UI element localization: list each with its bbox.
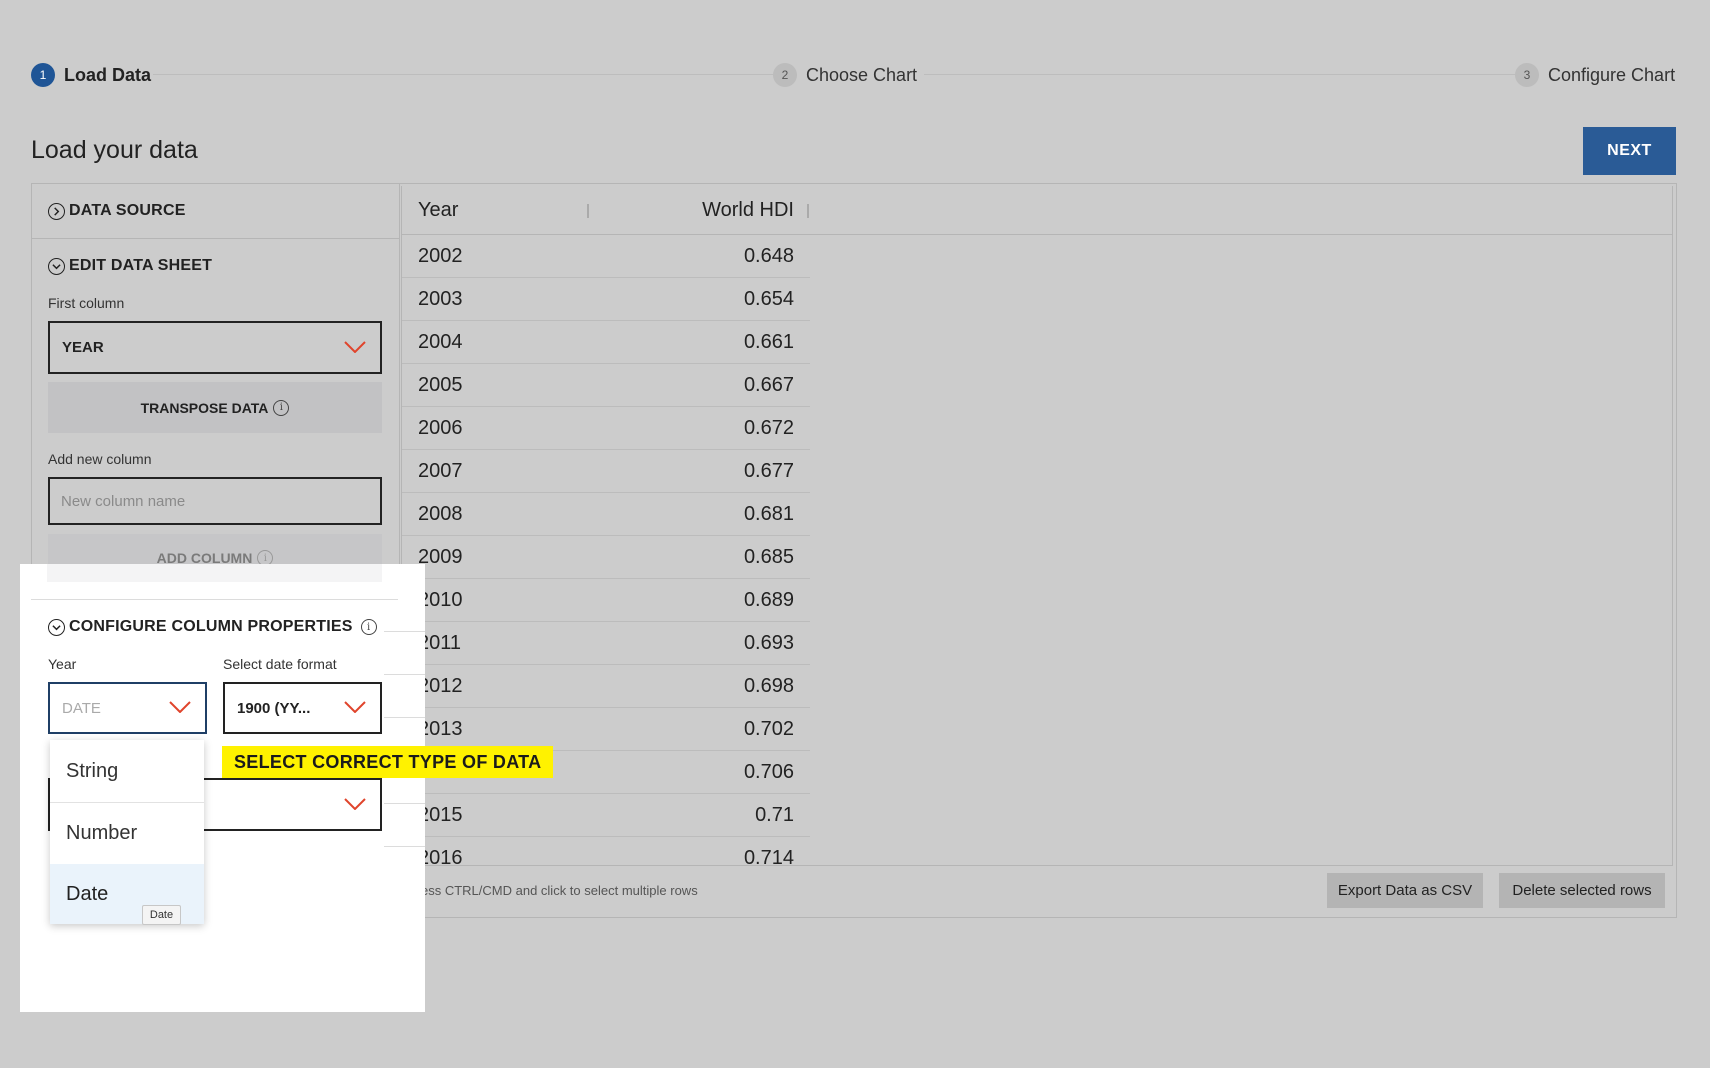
section-title: EDIT DATA SHEET — [69, 257, 213, 274]
table-row[interactable]: 2011 0.693 — [402, 622, 810, 665]
cell-world-hdi[interactable]: 0.672 — [744, 417, 794, 440]
step-number: 1 — [31, 63, 55, 87]
step-label: Load Data — [64, 64, 152, 85]
column-header-world-hdi[interactable]: World HDI — [588, 186, 794, 234]
cell-world-hdi[interactable]: 0.681 — [744, 503, 794, 526]
cell-world-hdi[interactable]: 0.661 — [744, 331, 794, 354]
section-title: CONFIGURE COLUMN PROPERTIES — [69, 618, 353, 635]
cell-world-hdi[interactable]: 0.677 — [744, 460, 794, 483]
transpose-data-button[interactable]: TRANSPOSE DATA i — [48, 382, 382, 433]
table-row[interactable]: 2008 0.681 — [402, 493, 810, 536]
date-format-label: Select date format — [223, 656, 337, 672]
select-value: YEAR — [62, 339, 104, 356]
delete-rows-button[interactable]: Delete selected rows — [1499, 873, 1665, 908]
add-column-label: Add new column — [48, 451, 152, 467]
cell-world-hdi[interactable]: 0.648 — [744, 245, 794, 268]
cell-world-hdi[interactable]: 0.654 — [744, 288, 794, 311]
cell-world-hdi[interactable]: 0.689 — [744, 589, 794, 612]
section-title: DATA SOURCE — [69, 202, 186, 219]
info-icon: i — [360, 619, 377, 635]
chevron-down-icon — [48, 618, 65, 636]
first-column-label: First column — [48, 295, 125, 311]
column-header-year[interactable]: Year — [418, 186, 458, 234]
chevron-down-icon — [344, 797, 366, 810]
table-row[interactable]: 2003 0.654 — [402, 278, 810, 321]
cell-year[interactable]: 2006 — [418, 417, 463, 440]
dropdown-option-number[interactable]: Number — [50, 802, 204, 864]
step-number: 2 — [773, 63, 797, 87]
select-value: DATE — [62, 699, 101, 717]
next-button[interactable]: NEXT — [1583, 127, 1676, 175]
table-row[interactable]: 2006 0.672 — [402, 407, 810, 450]
table-row[interactable]: 2016 0.714 — [402, 837, 810, 865]
table-row[interactable]: 2010 0.689 — [402, 579, 810, 622]
page-title: Load your data — [31, 136, 198, 164]
column-type-select[interactable]: DATE — [48, 682, 207, 734]
first-column-select[interactable]: YEAR — [48, 321, 382, 374]
table-row-fragment — [384, 589, 425, 632]
table-row[interactable]: 2013 0.702 — [402, 708, 810, 751]
chevron-down-icon — [48, 257, 65, 275]
cell-world-hdi[interactable]: 0.698 — [744, 675, 794, 698]
option-tooltip: Date — [142, 905, 181, 925]
table-row-fragment — [384, 804, 425, 847]
stepper: 1 Load Data 2 Choose Chart 3 Configure C… — [31, 60, 1677, 90]
multi-select-hint: Press CTRL/CMD and click to select multi… — [408, 883, 698, 898]
cell-year[interactable]: 2007 — [418, 460, 463, 483]
divider — [32, 238, 399, 239]
chevron-down-icon — [344, 340, 366, 353]
edit-data-sheet-header[interactable]: EDIT DATA SHEET — [48, 257, 212, 275]
data-table: Year World HDI 2002 0.648 2003 0.654 2004 0.6… — [401, 186, 1673, 866]
table-row[interactable]: 2007 0.677 — [402, 450, 810, 493]
divider — [31, 599, 398, 600]
cell-year[interactable]: 2005 — [418, 374, 463, 397]
info-icon: i — [273, 399, 290, 416]
table-row[interactable]: 2012 0.698 — [402, 665, 810, 708]
chevron-down-icon — [344, 701, 366, 713]
column-resize-handle[interactable] — [807, 204, 809, 218]
chevron-right-icon — [48, 202, 65, 220]
step-label: Configure Chart — [1548, 64, 1676, 85]
data-source-header[interactable]: DATA SOURCE — [48, 202, 186, 220]
table-row[interactable]: 2015 0.71 — [402, 794, 810, 837]
cell-year[interactable]: 2008 — [418, 503, 463, 526]
cell-world-hdi[interactable]: 0.702 — [744, 718, 794, 741]
table-row[interactable]: 2004 0.661 — [402, 321, 810, 364]
table-row-fragment — [384, 632, 425, 675]
table-row-fragment — [384, 675, 425, 718]
cell-world-hdi[interactable]: 0.667 — [744, 374, 794, 397]
step-configure-chart[interactable]: 3 Configure Chart — [1515, 60, 1675, 90]
cell-world-hdi[interactable]: 0.714 — [744, 847, 794, 865]
table-row[interactable]: 2009 0.685 — [402, 536, 810, 579]
configure-column-header[interactable]: CONFIGURE COLUMN PROPERTIES i — [48, 618, 377, 636]
dropdown-option-string[interactable]: String — [50, 740, 204, 802]
cell-year[interactable]: 2004 — [418, 331, 463, 354]
cell-year[interactable]: 2003 — [418, 288, 463, 311]
cell-world-hdi[interactable]: 0.71 — [755, 804, 794, 827]
cell-world-hdi[interactable]: 0.685 — [744, 546, 794, 569]
column-type-dropdown: String Number Date — [50, 740, 204, 924]
cell-world-hdi[interactable]: 0.693 — [744, 632, 794, 655]
select-value: 1900 (YY... — [237, 699, 311, 717]
table-row[interactable]: 2002 0.648 — [402, 235, 810, 278]
instruction-callout: SELECT CORRECT TYPE OF DATA — [222, 746, 554, 778]
stepper-connector — [924, 74, 1534, 75]
stepper-connector — [153, 74, 793, 75]
step-number: 3 — [1515, 63, 1539, 87]
export-csv-button[interactable]: Export Data as CSV — [1327, 873, 1483, 908]
input-placeholder: New column name — [61, 492, 186, 510]
button-label: TRANSPOSE DATA — [140, 399, 269, 416]
step-choose-chart[interactable]: 2 Choose Chart — [773, 60, 917, 90]
add-column-button-fragment — [47, 564, 382, 582]
date-format-select[interactable]: 1900 (YY... — [223, 682, 382, 734]
year-column-label: Year — [48, 656, 77, 672]
cell-year[interactable]: 2002 — [418, 245, 463, 268]
table-row[interactable]: 2005 0.667 — [402, 364, 810, 407]
new-column-input[interactable]: New column name — [48, 477, 382, 525]
chevron-down-icon — [169, 701, 191, 713]
step-label: Choose Chart — [806, 64, 918, 85]
cell-world-hdi[interactable]: 0.706 — [744, 761, 794, 784]
step-load-data[interactable]: 1 Load Data — [31, 60, 151, 90]
